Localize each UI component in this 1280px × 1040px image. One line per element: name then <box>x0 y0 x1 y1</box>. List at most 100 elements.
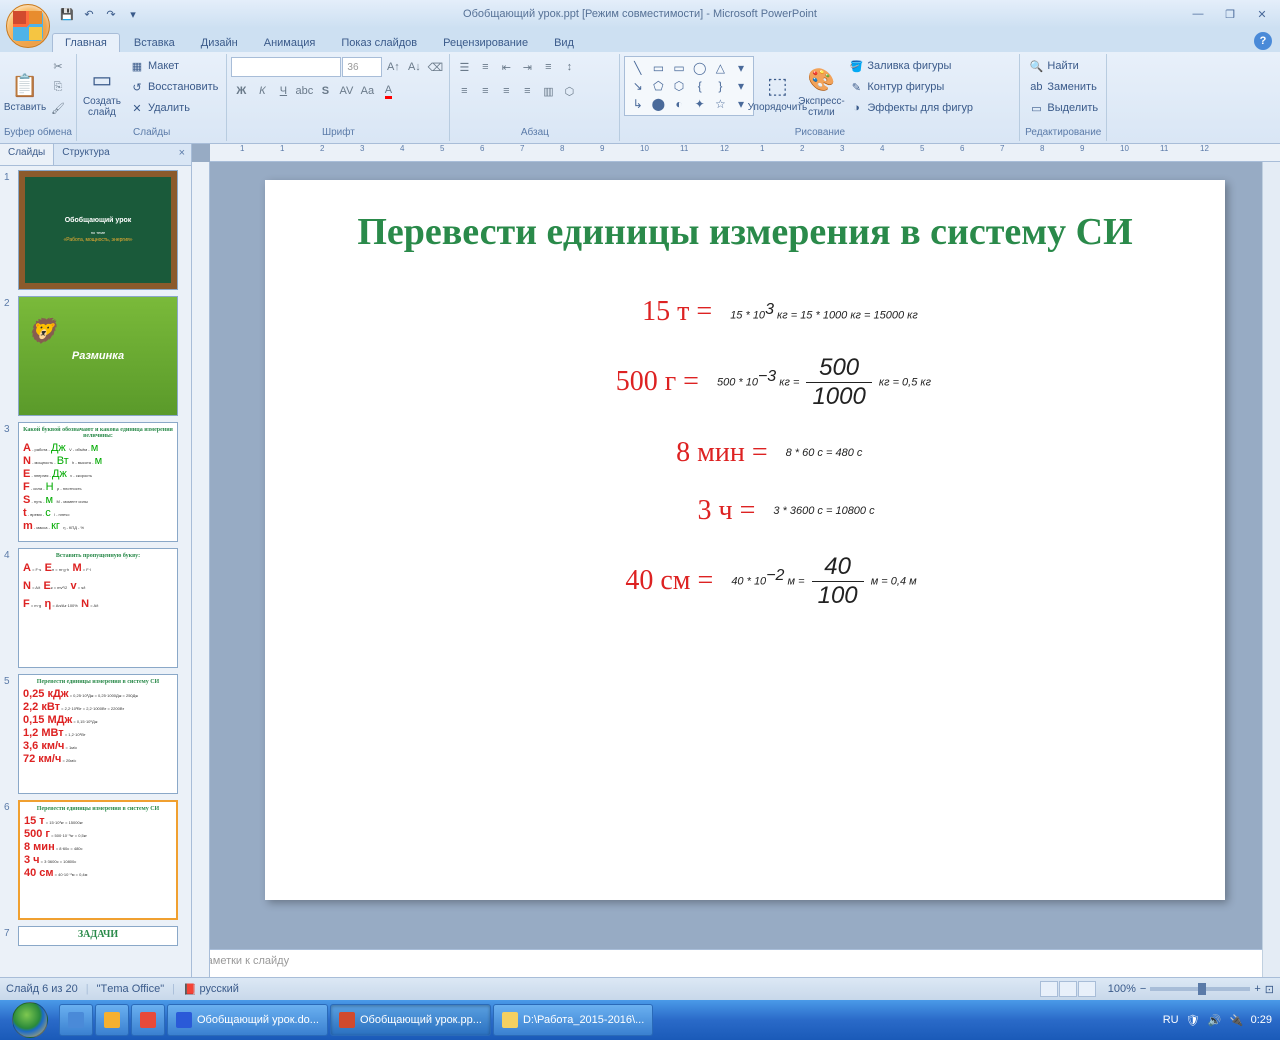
taskbar-item-explorer[interactable] <box>95 1004 129 1036</box>
maximize-button[interactable]: ❐ <box>1216 5 1244 23</box>
taskbar-item-folder[interactable]: D:\Работа_2015-2016\... <box>493 1004 653 1036</box>
office-button[interactable] <box>6 4 50 48</box>
strike-icon[interactable]: abc <box>294 81 314 101</box>
find-button[interactable]: 🔍Найти <box>1024 56 1102 76</box>
layout-button[interactable]: ▦Макет <box>125 56 222 76</box>
thumbnails[interactable]: 1 Обобщающий урокпо теме«Работа, мощност… <box>0 166 191 977</box>
copy-icon[interactable]: ⎘ <box>48 77 68 97</box>
equation-row-3[interactable]: 8 мин = 8 * 60 с = 480 с <box>305 437 1185 469</box>
thumbnail-2[interactable]: 🦁Разминка <box>18 296 178 416</box>
tab-insert[interactable]: Вставка <box>122 34 187 52</box>
zoom-out-icon[interactable]: − <box>1140 983 1146 995</box>
bullets-icon[interactable]: ☰ <box>454 57 474 77</box>
fit-window-icon[interactable]: ⊡ <box>1265 983 1274 996</box>
close-button[interactable]: ✕ <box>1248 5 1276 23</box>
zoom-level[interactable]: 100% <box>1108 983 1136 995</box>
thumbnail-6[interactable]: Перевести единицы измерения в систему СИ… <box>18 800 178 920</box>
select-button[interactable]: ▭Выделить <box>1024 98 1102 118</box>
shape-outline-button[interactable]: ✎Контур фигуры <box>844 77 977 97</box>
spacing-icon[interactable]: AV <box>336 81 356 101</box>
tab-review[interactable]: Рецензирование <box>431 34 540 52</box>
quick-styles-button[interactable]: 🎨 Экспресс-стили <box>800 56 842 126</box>
font-size-combo[interactable] <box>342 57 382 77</box>
panel-close-icon[interactable]: × <box>173 144 191 165</box>
help-icon[interactable]: ? <box>1254 32 1272 50</box>
equation-row-5[interactable]: 40 см = 40 * 10−2 м = 40100 м = 0,4 м <box>305 553 1185 610</box>
vertical-scrollbar[interactable] <box>1262 162 1280 977</box>
language-indicator[interactable]: русский <box>199 983 238 995</box>
spellcheck-icon[interactable]: 📕 <box>183 983 197 996</box>
new-slide-button[interactable]: ▭ Создать слайд <box>81 56 123 126</box>
italic-icon[interactable]: К <box>252 81 272 101</box>
thumbnail-4[interactable]: Вставить пропущенную букву: A = F·s Eп =… <box>18 548 178 668</box>
equation-row-4[interactable]: 3 ч = 3 * 3600 с = 10800 с <box>305 495 1185 527</box>
taskbar-item-ie[interactable] <box>59 1004 93 1036</box>
slideshow-view-icon[interactable] <box>1078 981 1096 997</box>
tray-volume-icon[interactable]: 🔊 <box>1207 1012 1223 1028</box>
align-left-icon[interactable]: ≡ <box>454 81 474 101</box>
font-family-combo[interactable] <box>231 57 341 77</box>
indent-right-icon[interactable]: ⇥ <box>517 57 537 77</box>
columns-icon[interactable]: ▥ <box>538 81 558 101</box>
taskbar-item-chrome[interactable] <box>131 1004 165 1036</box>
arrange-button[interactable]: ⬚ Упорядочить <box>756 56 798 126</box>
tab-animation[interactable]: Анимация <box>252 34 328 52</box>
notes-pane[interactable]: Заметки к слайду <box>192 949 1280 977</box>
smartart-icon[interactable]: ⬡ <box>559 81 579 101</box>
shape-fill-button[interactable]: 🪣Заливка фигуры <box>844 56 977 76</box>
horizontal-ruler[interactable]: 1123456789101112123456789101112 <box>210 144 1280 162</box>
shapes-gallery[interactable]: ╲▭▭◯△▾ ↘⬠⬡{}▾ ↳⬤◐✦☆▾ <box>624 56 754 116</box>
zoom-in-icon[interactable]: + <box>1254 983 1260 995</box>
tray-clock[interactable]: 0:29 <box>1251 1014 1272 1026</box>
vertical-ruler[interactable] <box>192 162 210 977</box>
start-button[interactable] <box>2 1000 58 1040</box>
tab-view[interactable]: Вид <box>542 34 586 52</box>
cut-icon[interactable]: ✂ <box>48 56 68 76</box>
thumbnail-1[interactable]: Обобщающий урокпо теме«Работа, мощность,… <box>18 170 178 290</box>
bold-icon[interactable]: Ж <box>231 81 251 101</box>
shadow-icon[interactable]: S <box>315 81 335 101</box>
paste-button[interactable]: 📋 Вставить <box>4 56 46 126</box>
tray-lang[interactable]: RU <box>1163 1014 1179 1026</box>
outline-tab[interactable]: Структура <box>54 144 117 165</box>
align-right-icon[interactable]: ≡ <box>496 81 516 101</box>
equation-row-2[interactable]: 500 г = 500 * 10−3 кг = 5001000 кг = 0,5… <box>305 354 1185 411</box>
tab-slideshow[interactable]: Показ слайдов <box>329 34 429 52</box>
case-icon[interactable]: Aa <box>357 81 377 101</box>
shrink-font-icon[interactable]: A↓ <box>404 57 424 77</box>
save-icon[interactable]: 💾 <box>58 5 76 23</box>
tray-shield-icon[interactable]: 🛡 <box>1185 1012 1201 1028</box>
thumbnail-5[interactable]: Перевести единицы измерения в систему СИ… <box>18 674 178 794</box>
thumbnail-3[interactable]: Какой буквой обозначают и какова единица… <box>18 422 178 542</box>
text-direction-icon[interactable]: ↕ <box>559 57 579 77</box>
line-spacing-icon[interactable]: ≡ <box>538 57 558 77</box>
minimize-button[interactable]: — <box>1184 5 1212 23</box>
indent-left-icon[interactable]: ⇤ <box>496 57 516 77</box>
slides-tab[interactable]: Слайды <box>0 144 54 165</box>
redo-icon[interactable]: ↷ <box>102 5 120 23</box>
numbering-icon[interactable]: ≡ <box>475 57 495 77</box>
delete-button[interactable]: ✕Удалить <box>125 98 222 118</box>
align-center-icon[interactable]: ≡ <box>475 81 495 101</box>
undo-icon[interactable]: ↶ <box>80 5 98 23</box>
justify-icon[interactable]: ≡ <box>517 81 537 101</box>
grow-font-icon[interactable]: A↑ <box>383 57 403 77</box>
format-painter-icon[interactable]: 🖌 <box>48 98 68 118</box>
font-color-icon[interactable]: A <box>378 81 398 101</box>
sorter-view-icon[interactable] <box>1059 981 1077 997</box>
slide-canvas[interactable]: Перевести единицы измерения в систему СИ… <box>265 180 1225 900</box>
tab-home[interactable]: Главная <box>52 33 120 52</box>
equation-row-1[interactable]: 15 т = 15 * 103 кг = 15 * 1000 кг = 1500… <box>305 296 1185 328</box>
clear-format-icon[interactable]: ⌫ <box>425 57 445 77</box>
normal-view-icon[interactable] <box>1040 981 1058 997</box>
qat-dropdown-icon[interactable]: ▾ <box>124 5 142 23</box>
taskbar-item-word[interactable]: Обобщающий урок.do... <box>167 1004 328 1036</box>
shape-effects-button[interactable]: ◑Эффекты для фигур <box>844 98 977 118</box>
underline-icon[interactable]: Ч <box>273 81 293 101</box>
tab-design[interactable]: Дизайн <box>189 34 250 52</box>
reset-button[interactable]: ↺Восстановить <box>125 77 222 97</box>
taskbar-item-powerpoint[interactable]: Обобщающий урок.pp... <box>330 1004 491 1036</box>
slide-title[interactable]: Перевести единицы измерения в систему СИ <box>305 210 1185 256</box>
thumbnail-7[interactable]: ЗАДАЧИ <box>18 926 178 946</box>
replace-button[interactable]: abЗаменить <box>1024 77 1102 97</box>
